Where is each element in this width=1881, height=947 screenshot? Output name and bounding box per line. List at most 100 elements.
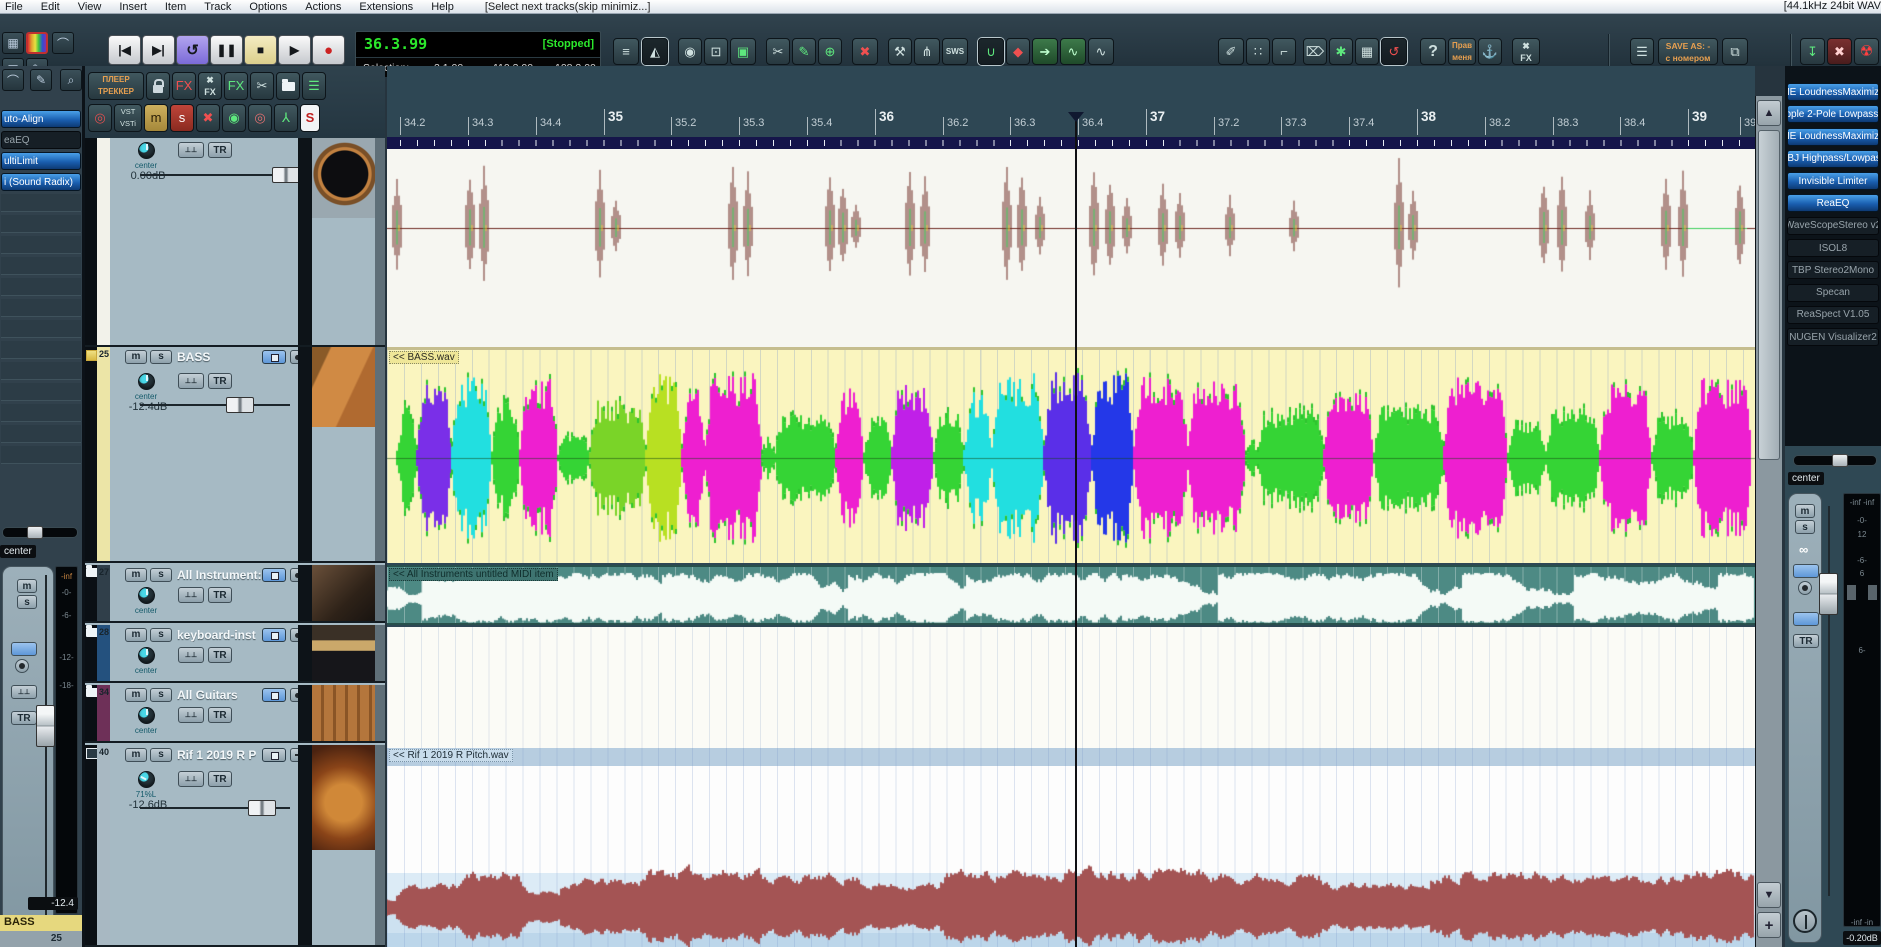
scrollbar-thumb[interactable] [1758, 130, 1780, 460]
remove-track-button[interactable]: ✖ [852, 38, 878, 65]
pan-knob[interactable] [138, 587, 155, 604]
track-name[interactable]: keyboard-inst [177, 628, 256, 642]
track-name[interactable]: All Guitars [177, 688, 238, 702]
mute-button[interactable]: m [17, 579, 37, 593]
fx-slot[interactable]: WaveScopeStereo v2 [1787, 216, 1879, 235]
drums-track-lane[interactable] [387, 149, 1755, 347]
mute-button[interactable]: m [125, 568, 147, 582]
tr-button[interactable]: TR [208, 771, 232, 787]
player-tracker-button[interactable]: ПЛЕЕР ТРЕККЕР [88, 72, 144, 100]
cut-items-button[interactable]: ✂ [766, 38, 790, 65]
pan-slider[interactable] [1793, 454, 1877, 467]
fx-slot[interactable]: ultiLimit [1, 152, 81, 170]
fx-slot[interactable]: uto-Align [1, 110, 81, 128]
screenset-button[interactable]: ▣ [730, 38, 756, 65]
pan-knob[interactable] [138, 647, 155, 664]
tr-button[interactable]: TR [208, 707, 232, 723]
region-matrix-button[interactable]: ▦ [1355, 38, 1379, 65]
solo-button[interactable]: s [1795, 520, 1815, 534]
pan-slider[interactable] [2, 526, 78, 539]
fx-slot[interactable] [1, 299, 81, 317]
routing-button[interactable]: ⅄ [274, 104, 298, 132]
vst-button[interactable]: VST VSTi [114, 104, 142, 132]
zoom-tool-button[interactable]: ⊕ [818, 38, 842, 65]
fader-handle[interactable] [226, 397, 254, 413]
ripple-all-button[interactable]: ➔ [1032, 38, 1058, 65]
pan-knob[interactable] [138, 771, 155, 788]
anchor-button[interactable]: ⚓ [1478, 38, 1502, 65]
tr-button[interactable]: TR [208, 373, 232, 389]
go-start-button[interactable]: |◀ [108, 35, 141, 65]
vertical-scrollbar[interactable]: ▲ ▼ + [1755, 96, 1782, 947]
envelope-points-button[interactable]: ∿ [1088, 38, 1114, 65]
track-row[interactable]: 27 m s All Instrument: ⊥⊥ TR center [85, 565, 385, 623]
rif-media-item[interactable]: << Rif 1 2019 R Pitch.wav [387, 748, 1755, 947]
instruments-media-item[interactable]: << All Instruments untitled MIDI item [387, 565, 1755, 627]
tr-button[interactable]: TR [11, 711, 37, 725]
fx-slot[interactable] [1, 341, 81, 359]
fx-slot[interactable] [1, 278, 81, 296]
fx-visible-button[interactable]: FX [224, 72, 248, 100]
go-end-button[interactable]: ▶| [142, 35, 175, 65]
delete-project-button[interactable]: ✖ [1827, 38, 1852, 65]
menu-item[interactable]: View [73, 1, 115, 13]
fx-slot[interactable] [1, 362, 81, 380]
io-button[interactable] [262, 350, 286, 364]
io-button[interactable] [262, 748, 286, 762]
play-button[interactable]: ▶ [278, 35, 311, 65]
tr-button[interactable]: TR [1793, 634, 1819, 648]
meter-mode-button[interactable]: ⊥⊥ [178, 587, 204, 603]
actions-button[interactable]: ⋔ [914, 38, 940, 65]
menu-item[interactable]: Help [426, 1, 467, 13]
track-row[interactable]: 25 m s BASS ⊥⊥ TR center -12.4dB [85, 347, 385, 563]
track-visibility-button[interactable]: ◉ [678, 38, 702, 65]
io-button[interactable] [11, 642, 37, 656]
mute-button[interactable]: m [125, 748, 147, 762]
track-row[interactable]: 40 m s Rif 1 2019 R P ⊥⊥ TR 71%L -12.6dB [85, 745, 385, 947]
mute-button[interactable]: m [1795, 504, 1815, 518]
sws-button[interactable]: SWS [942, 38, 968, 65]
solo-button[interactable]: s [17, 595, 37, 609]
solo-all-button[interactable]: s [170, 104, 194, 132]
empty-track-lanes[interactable] [387, 627, 1755, 748]
render-queue-button[interactable]: ↧ [1800, 38, 1825, 65]
io-button[interactable] [262, 628, 286, 642]
mute-button[interactable]: m [125, 628, 147, 642]
fx-slot[interactable]: ReaSpect V1.05 [1787, 305, 1879, 324]
routing-visible-button[interactable]: ◉ [222, 104, 246, 132]
menu-item[interactable]: Edit [36, 1, 73, 13]
monitor-button[interactable] [1793, 612, 1819, 626]
fx-slot[interactable]: ME LoudnessMaximize [1787, 83, 1879, 101]
fader-handle[interactable] [272, 167, 300, 183]
zoom-in-button[interactable]: + [1757, 912, 1781, 938]
fx-slot[interactable]: Invisible Limiter [1787, 172, 1879, 191]
fx-slot[interactable] [1, 383, 81, 401]
mute-button[interactable]: m [125, 688, 147, 702]
fx-slot[interactable]: i (Sound Radix) [1, 173, 81, 191]
curve-tool-icon[interactable]: ⌒ [2, 69, 24, 91]
fx-slot[interactable] [1, 215, 81, 233]
tr-button[interactable]: TR [208, 587, 232, 603]
paint-tool-icon[interactable]: ✎ [30, 69, 52, 91]
fx-slot[interactable] [1, 194, 81, 212]
mute-all-button[interactable]: m [144, 104, 168, 132]
fx-slot[interactable] [1, 320, 81, 338]
color-theme-icon[interactable] [26, 32, 48, 54]
loop-button[interactable]: ∪ [978, 38, 1004, 65]
fx-offline-button[interactable]: ✖ FX [1512, 38, 1540, 65]
meter-mode-button[interactable]: ⊥⊥ [178, 373, 204, 389]
track-row[interactable]: 34 m s All Guitars ⊥⊥ TR center [85, 685, 385, 743]
bass-media-item[interactable]: << BASS.wav [387, 347, 1755, 566]
safe-solo-button[interactable]: S [300, 104, 320, 132]
volume-fader[interactable] [140, 167, 300, 183]
phase-icon[interactable] [1793, 909, 1817, 933]
scroll-up-button[interactable]: ▲ [1757, 100, 1781, 126]
meter-mode-button[interactable]: ⊥⊥ [11, 685, 37, 699]
repeat-button[interactable]: ↺ [176, 35, 209, 65]
menu-item[interactable]: File [0, 1, 36, 13]
meter-mode-button[interactable]: ⊥⊥ [178, 707, 204, 723]
solo-button[interactable]: s [150, 748, 172, 762]
solo-button[interactable]: s [150, 628, 172, 642]
mute-button[interactable]: m [125, 350, 147, 364]
pan-knob[interactable] [138, 142, 155, 159]
